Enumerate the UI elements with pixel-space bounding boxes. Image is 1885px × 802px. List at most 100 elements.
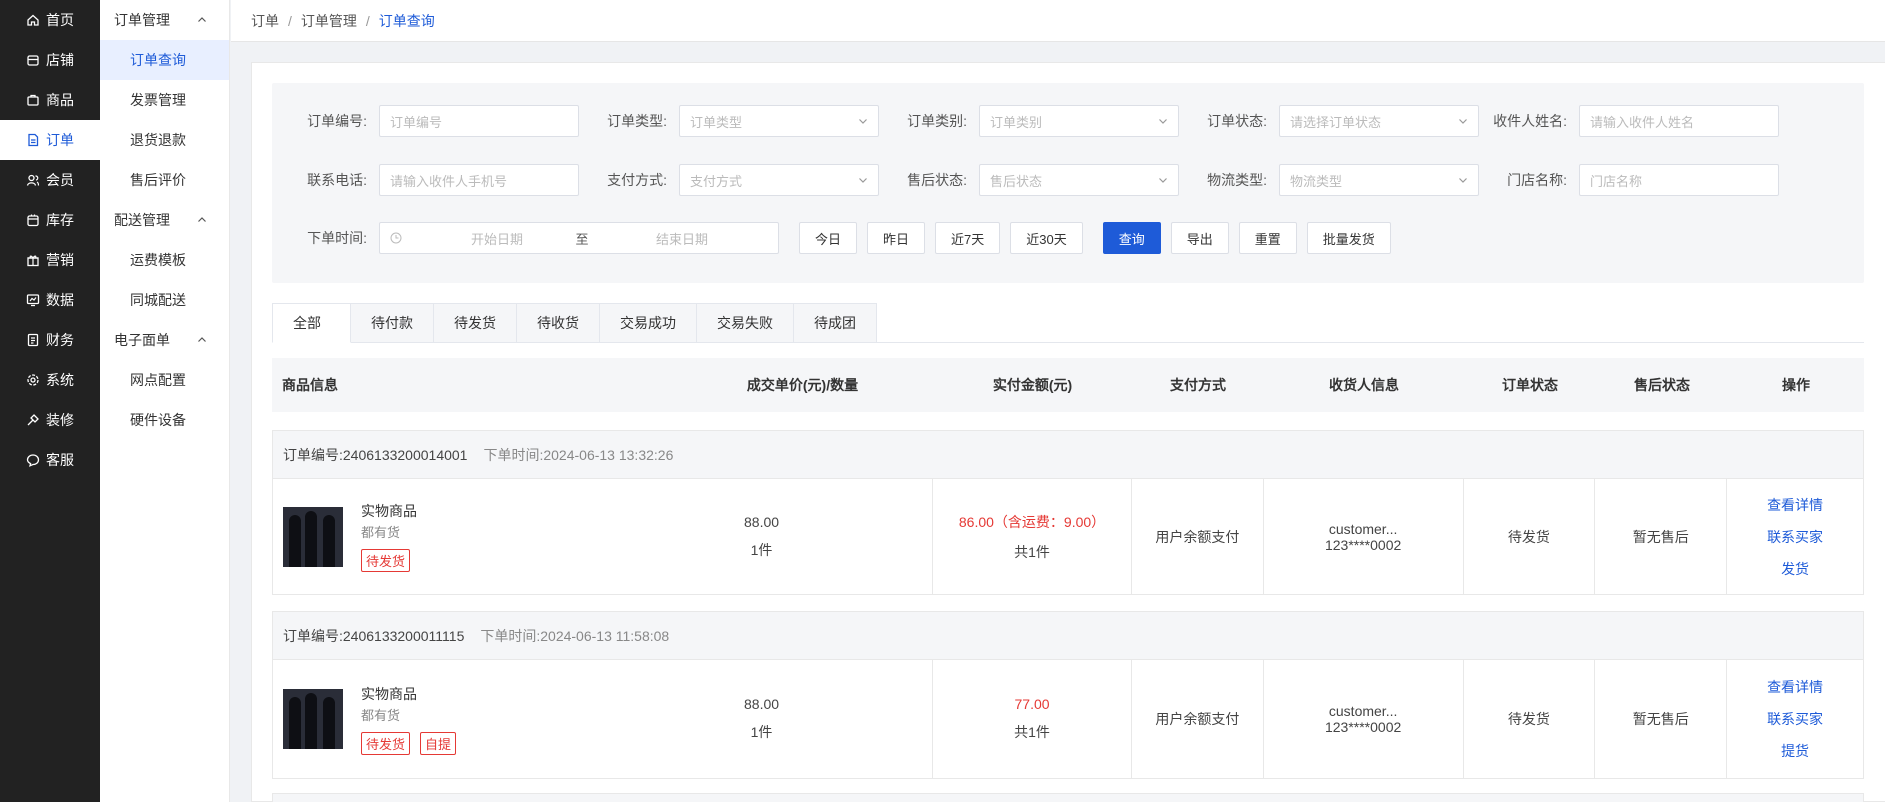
pay-method: 用户余额支付 bbox=[1155, 711, 1240, 727]
order-type-select[interactable]: 订单类型 bbox=[679, 105, 879, 137]
subnav-item-review[interactable]: 售后评价 bbox=[100, 160, 229, 200]
batch-ship-button[interactable]: 批量发货 bbox=[1306, 222, 1391, 254]
end-date-input[interactable]: 结束日期 bbox=[602, 229, 762, 248]
breadcrumb-item[interactable]: 订单管理 bbox=[301, 11, 357, 31]
nav-item-label: 库存 bbox=[46, 212, 74, 228]
receiver-cell: customer... 123****0002 bbox=[1264, 660, 1464, 778]
subnav-item-refund[interactable]: 退货退款 bbox=[100, 120, 229, 160]
order-status-tabs: 全部 待付款 待发货 待收货 交易成功 交易失败 待成团 bbox=[272, 303, 1864, 343]
after-sale-status: 暂无售后 bbox=[1632, 711, 1689, 727]
pickup-tag: 自提 bbox=[420, 731, 457, 755]
view-detail-link[interactable]: 查看详情 bbox=[1767, 489, 1823, 521]
contact-buyer-link[interactable]: 联系买家 bbox=[1767, 521, 1823, 553]
subnav-group-order-management[interactable]: 订单管理 bbox=[100, 0, 229, 40]
paid-amount: 86.00（含运费：9.00） bbox=[958, 513, 1106, 530]
order-card-partial bbox=[272, 793, 1864, 802]
order-row: 实物商品 都有货 待发货 88.00 1件 86.00（含运费：9.00） 共1… bbox=[273, 479, 1863, 594]
main-panel: 订单编号: 订单编号 订单类型: 订单类型 订单类别: 订单类别 订单状态: 请… bbox=[251, 62, 1885, 802]
contact-buyer-link[interactable]: 联系买家 bbox=[1767, 703, 1823, 735]
nav-item-order[interactable]: 订单 bbox=[0, 120, 100, 160]
order-no-input[interactable]: 订单编号 bbox=[379, 105, 579, 137]
filter-row: 下单时间: 开始日期 至 结束日期 今日 昨日 近7天 近30天 查询 导出 重… bbox=[272, 222, 1391, 254]
input-placeholder: 请选择订单状态 bbox=[1290, 114, 1382, 130]
filter-label: 支付方式: bbox=[607, 172, 667, 188]
order-time: 下单时间:2024-06-13 13:32:26 bbox=[483, 446, 674, 463]
pickup-link[interactable]: 提货 bbox=[1781, 735, 1809, 767]
subnav-group-delivery[interactable]: 配送管理 bbox=[100, 200, 229, 240]
tab-all[interactable]: 全部 bbox=[272, 303, 351, 343]
status-tag: 待发货 bbox=[361, 549, 411, 572]
primary-sidebar: 首页 店铺 商品 订单 会员 库存 营销 数据 财务 系统 装修 客服 bbox=[0, 0, 100, 802]
breadcrumb-separator: / bbox=[365, 12, 370, 29]
last-7-days-button[interactable]: 近7天 bbox=[935, 222, 1001, 254]
nav-item-service[interactable]: 客服 bbox=[0, 440, 100, 480]
nav-item-shop[interactable]: 店铺 bbox=[0, 40, 100, 80]
tab-success[interactable]: 交易成功 bbox=[600, 303, 697, 343]
search-button[interactable]: 查询 bbox=[1102, 222, 1161, 254]
order-status: 待发货 bbox=[1507, 711, 1550, 727]
reset-button[interactable]: 重置 bbox=[1238, 222, 1297, 254]
order-status-select[interactable]: 请选择订单状态 bbox=[1279, 105, 1479, 137]
tab-pending-group[interactable]: 待成团 bbox=[794, 303, 877, 343]
breadcrumb-current: 订单查询 bbox=[378, 12, 435, 29]
subnav-item-label: 退货退款 bbox=[130, 132, 186, 148]
subnav-item-outlet-config[interactable]: 网点配置 bbox=[100, 360, 229, 400]
nav-item-home[interactable]: 首页 bbox=[0, 0, 100, 40]
tab-pending-payment[interactable]: 待付款 bbox=[351, 303, 434, 343]
order-time-range[interactable]: 开始日期 至 结束日期 bbox=[379, 222, 779, 254]
column-header: 售后状态 bbox=[1634, 377, 1690, 393]
subnav-item-freight-template[interactable]: 运费模板 bbox=[100, 240, 229, 280]
ship-link[interactable]: 发货 bbox=[1781, 553, 1809, 585]
chevron-up-icon bbox=[198, 337, 206, 342]
column-header: 订单状态 bbox=[1502, 377, 1558, 393]
subnav-item-city-delivery[interactable]: 同城配送 bbox=[100, 280, 229, 320]
nav-item-stock[interactable]: 库存 bbox=[0, 200, 100, 240]
yesterday-button[interactable]: 昨日 bbox=[867, 222, 926, 254]
breadcrumb-item[interactable]: 订单 bbox=[251, 11, 279, 31]
after-sale-select[interactable]: 售后状态 bbox=[979, 164, 1179, 196]
subnav-group-e-waybill[interactable]: 电子面单 bbox=[100, 320, 229, 360]
tab-pending-receipt[interactable]: 待收货 bbox=[517, 303, 600, 343]
item-count: 共1件 bbox=[1014, 543, 1050, 560]
chevron-up-icon bbox=[198, 217, 206, 222]
subnav-item-invoice[interactable]: 发票管理 bbox=[100, 80, 229, 120]
order-header: 订单编号:2406133200014001 下单时间:2024-06-13 13… bbox=[273, 431, 1863, 479]
goods-icon bbox=[26, 93, 40, 107]
service-icon bbox=[26, 453, 40, 467]
last-30-days-button[interactable]: 近30天 bbox=[1010, 222, 1083, 254]
view-detail-link[interactable]: 查看详情 bbox=[1767, 671, 1823, 703]
order-status-cell: 待发货 bbox=[1464, 660, 1596, 778]
filter-label: 收件人姓名: bbox=[1493, 113, 1567, 129]
tab-pending-shipment[interactable]: 待发货 bbox=[434, 303, 517, 343]
range-separator: 至 bbox=[575, 231, 589, 247]
subnav-item-hardware[interactable]: 硬件设备 bbox=[100, 400, 229, 440]
nav-item-system[interactable]: 系统 bbox=[0, 360, 100, 400]
export-button[interactable]: 导出 bbox=[1170, 222, 1229, 254]
order-category-select[interactable]: 订单类别 bbox=[979, 105, 1179, 137]
order-status-cell: 待发货 bbox=[1464, 479, 1596, 594]
nav-item-goods[interactable]: 商品 bbox=[0, 80, 100, 120]
secondary-sidebar: 订单管理 订单查询 发票管理 退货退款 售后评价 配送管理 运费模板 同城配送 … bbox=[100, 0, 230, 802]
data-icon bbox=[26, 293, 40, 307]
tab-failed[interactable]: 交易失败 bbox=[697, 303, 794, 343]
nav-item-marketing[interactable]: 营销 bbox=[0, 240, 100, 280]
product-spec: 都有货 bbox=[361, 525, 401, 540]
product-thumbnail[interactable] bbox=[283, 689, 343, 749]
filter-label: 联系电话: bbox=[307, 172, 367, 188]
pay-method-select[interactable]: 支付方式 bbox=[679, 164, 879, 196]
logistics-select[interactable]: 物流类型 bbox=[1279, 164, 1479, 196]
subnav-item-order-query[interactable]: 订单查询 bbox=[100, 40, 229, 80]
goods-cell: 实物商品 都有货 待发货 88.00 1件 bbox=[273, 479, 934, 594]
today-button[interactable]: 今日 bbox=[799, 222, 858, 254]
phone-input[interactable]: 请输入收件人手机号 bbox=[379, 164, 579, 196]
quantity: 1件 bbox=[750, 724, 773, 740]
product-thumbnail[interactable] bbox=[283, 506, 343, 567]
nav-item-decorate[interactable]: 装修 bbox=[0, 400, 100, 440]
start-date-input[interactable]: 开始日期 bbox=[432, 229, 562, 248]
filter-panel: 订单编号: 订单编号 订单类型: 订单类型 订单类别: 订单类别 订单状态: 请… bbox=[272, 83, 1864, 283]
store-name-input[interactable]: 门店名称 bbox=[1579, 164, 1779, 196]
nav-item-data[interactable]: 数据 bbox=[0, 280, 100, 320]
nav-item-finance[interactable]: 财务 bbox=[0, 320, 100, 360]
receiver-name-input[interactable]: 请输入收件人姓名 bbox=[1579, 105, 1779, 137]
nav-item-member[interactable]: 会员 bbox=[0, 160, 100, 200]
